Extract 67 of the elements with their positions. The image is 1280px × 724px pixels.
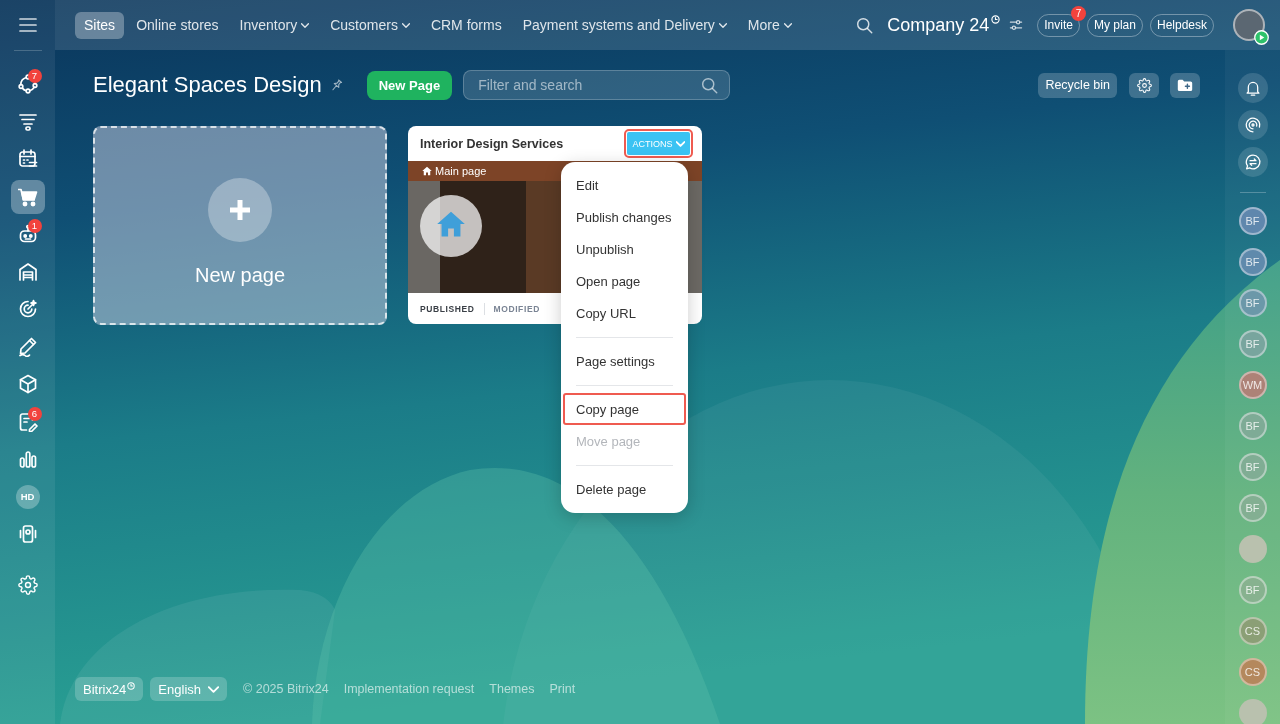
- chat-icon[interactable]: [1237, 147, 1268, 177]
- new-page-tile[interactable]: New page: [93, 126, 387, 325]
- new-page-button[interactable]: New Page: [366, 70, 453, 100]
- page-name-label: Main page: [435, 165, 487, 177]
- calendar-icon: [17, 149, 38, 169]
- cube-icon: [17, 374, 38, 394]
- sliders-icon[interactable]: [1009, 18, 1024, 32]
- card-title: Interior Design Services: [420, 136, 564, 151]
- plus-icon: [208, 178, 272, 242]
- device-icon: [17, 524, 38, 544]
- pin-icon[interactable]: [329, 78, 343, 92]
- status-label: PUBLISHED: [420, 303, 475, 314]
- footer-link[interactable]: Implementation request: [343, 682, 475, 696]
- chevron-down-icon: [208, 685, 219, 693]
- settings-icon: [1136, 77, 1152, 93]
- document-pen-icon: [17, 411, 38, 432]
- nav-tab[interactable]: CRM forms: [421, 11, 511, 39]
- cart-icon: [17, 186, 38, 207]
- play-icon: [1254, 30, 1269, 45]
- sidebar-button[interactable]: 7: [10, 67, 45, 101]
- clock-icon: [991, 15, 1001, 24]
- spiral-icon[interactable]: [1237, 110, 1268, 140]
- home-icon: [422, 166, 432, 176]
- actions-button[interactable]: ACTIONS: [627, 132, 690, 155]
- menu-item[interactable]: Publish changes: [563, 201, 686, 233]
- sidebar-button[interactable]: [10, 179, 45, 214]
- search-icon[interactable]: [856, 16, 874, 34]
- language-selector[interactable]: English: [150, 677, 227, 701]
- menu-icon[interactable]: [17, 15, 38, 35]
- pen-icon: [17, 336, 38, 357]
- robot-icon: [17, 224, 38, 244]
- footer-link[interactable]: Print: [549, 682, 576, 696]
- chevron-down-icon: [675, 140, 685, 147]
- bar-chart-icon: [17, 449, 38, 469]
- menu-item[interactable]: Edit: [563, 169, 686, 201]
- status-label: MODIFIED: [493, 303, 540, 314]
- menu-item[interactable]: Copy page: [563, 393, 686, 425]
- settings-button[interactable]: [1129, 72, 1159, 98]
- target-icon: [17, 299, 38, 319]
- garage-icon: [17, 261, 38, 282]
- sidebar-button[interactable]: 6: [10, 404, 45, 439]
- menu-item[interactable]: Copy URL: [563, 297, 686, 329]
- home-icon[interactable]: [420, 195, 482, 257]
- nav-tab[interactable]: More: [738, 11, 801, 39]
- page-title: Elegant Spaces Design: [93, 72, 322, 98]
- bell-icon[interactable]: [1237, 73, 1268, 103]
- footer-link[interactable]: Themes: [489, 682, 535, 696]
- clock-icon: [127, 682, 136, 690]
- copyright-text: © 2025 Bitrix24: [243, 682, 329, 696]
- folder-button[interactable]: [1170, 72, 1200, 98]
- menu-item[interactable]: Delete page: [563, 473, 686, 505]
- search-icon[interactable]: [701, 76, 719, 94]
- nav-tab[interactable]: Inventory: [230, 11, 319, 39]
- settings-icon: [17, 574, 38, 595]
- funnel-icon: [17, 111, 38, 132]
- menu-item[interactable]: Open page: [563, 265, 686, 297]
- nav-tab[interactable]: Online stores: [127, 11, 228, 39]
- nav-tab[interactable]: Sites: [75, 11, 125, 39]
- company-name[interactable]: Company 24: [887, 14, 990, 36]
- recycle-bin-button[interactable]: Recycle bin: [1038, 72, 1117, 98]
- brand-button[interactable]: Bitrix24: [75, 677, 144, 701]
- menu-item[interactable]: Unpublish: [563, 233, 686, 265]
- sidebar-button[interactable]: 1: [10, 217, 45, 251]
- folder-plus-icon: [1177, 77, 1193, 93]
- nav-tab[interactable]: Payment systems and Delivery: [513, 11, 736, 39]
- menu-item[interactable]: Page settings: [563, 345, 686, 377]
- nav-tab[interactable]: Customers: [321, 11, 419, 39]
